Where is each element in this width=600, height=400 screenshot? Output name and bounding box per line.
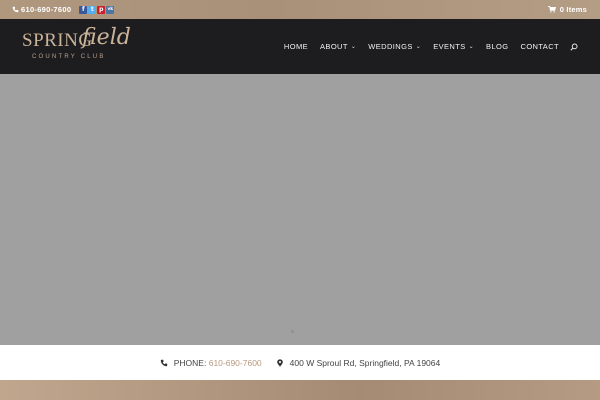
nav-item-weddings[interactable]: WEDDINGS ⌄	[362, 42, 427, 51]
site-logo[interactable]: SPRING field COUNTRY CLUB	[22, 24, 142, 68]
nav-item-about[interactable]: ABOUT ⌄	[314, 42, 362, 51]
main-header: SPRING field COUNTRY CLUB HOME ABOUT ⌄ W…	[0, 19, 600, 74]
nav-item-blog[interactable]: BLOG	[480, 42, 514, 51]
hero-slider	[0, 74, 600, 345]
address-text: 400 W Sproul Rd, Springfield, PA 19064	[289, 357, 441, 368]
map-pin-icon	[276, 358, 283, 367]
slider-dot[interactable]	[291, 330, 294, 333]
cart-count: 0 Items	[559, 5, 587, 14]
logo-brand-script: field	[82, 25, 131, 50]
pinterest-icon[interactable]: p	[97, 5, 106, 14]
social-icons: f t p vk	[79, 5, 115, 14]
main-nav: HOME ABOUT ⌄ WEDDINGS ⌄ EVENTS ⌄ BLOG CO…	[278, 19, 580, 74]
top-phone[interactable]: 610-690-7600	[12, 5, 71, 14]
twitter-icon[interactable]: t	[88, 5, 97, 14]
contact-address: 400 W Sproul Rd, Springfield, PA 19064	[276, 357, 441, 368]
contact-bar: PHONE: 610-690-7600 400 W Sproul Rd, Spr…	[0, 345, 600, 380]
nav-label: WEDDINGS	[368, 42, 413, 51]
chevron-down-icon: ⌄	[415, 44, 422, 50]
logo-subtitle: COUNTRY CLUB	[32, 54, 106, 60]
nav-label: BLOG	[486, 42, 509, 51]
contact-phone: PHONE: 610-690-7600	[160, 358, 262, 368]
nav-item-contact[interactable]: CONTACT	[515, 42, 566, 51]
phone-label: PHONE:	[173, 357, 207, 368]
search-icon[interactable]	[568, 41, 580, 53]
top-phone-text: 610-690-7600	[21, 5, 72, 14]
nav-label: CONTACT	[520, 42, 559, 51]
footer-band	[0, 380, 600, 400]
nav-item-events[interactable]: EVENTS ⌄	[427, 42, 480, 51]
facebook-icon[interactable]: f	[79, 5, 88, 14]
nav-item-home[interactable]: HOME	[278, 42, 314, 51]
top-bar: 610-690-7600 f t p vk 0 Items	[0, 0, 600, 19]
top-bar-left: 610-690-7600 f t p vk	[12, 5, 115, 14]
cart-icon	[547, 6, 556, 13]
chevron-down-icon: ⌄	[350, 44, 357, 50]
nav-label: EVENTS	[433, 42, 466, 51]
vk-icon[interactable]: vk	[106, 5, 115, 14]
cart-link[interactable]: 0 Items	[547, 5, 587, 14]
phone-icon	[160, 359, 167, 366]
chevron-down-icon: ⌄	[468, 44, 475, 50]
phone-icon	[12, 6, 19, 13]
nav-label: HOME	[283, 42, 309, 51]
nav-label: ABOUT	[320, 42, 348, 51]
phone-link[interactable]: 610-690-7600	[209, 358, 262, 368]
